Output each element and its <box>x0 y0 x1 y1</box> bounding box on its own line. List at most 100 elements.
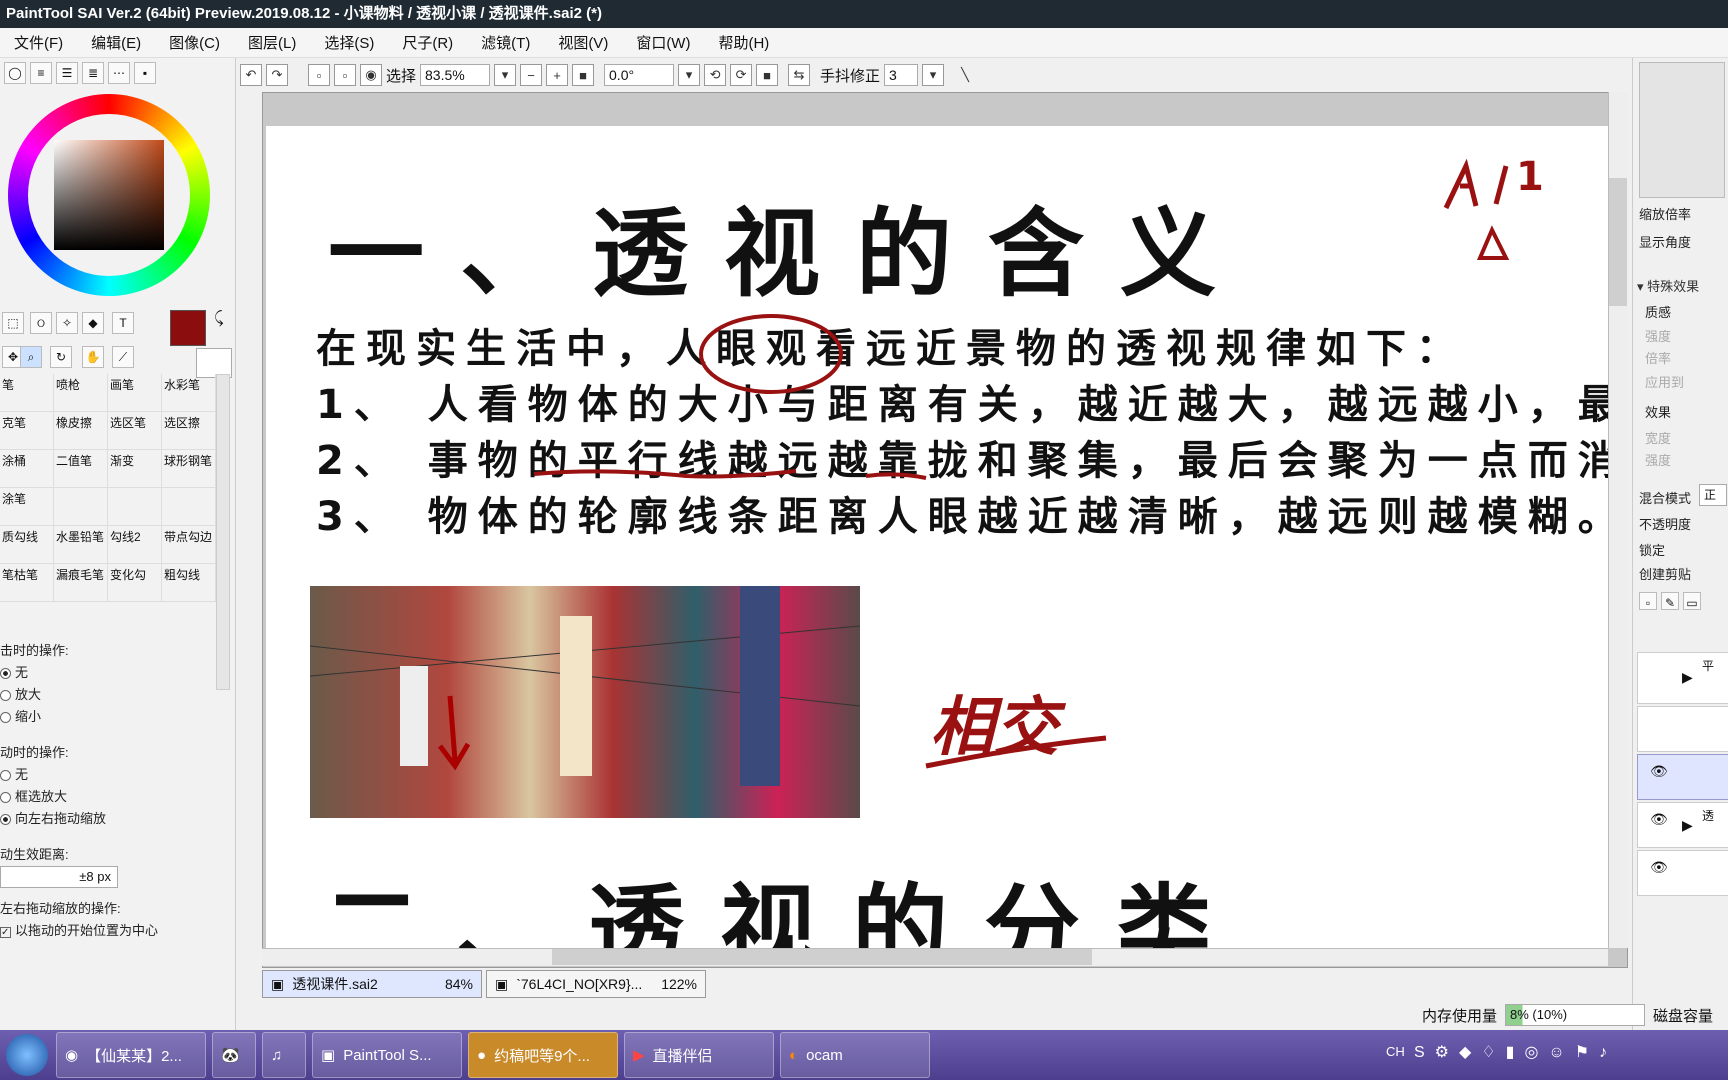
drag-option-lr[interactable]: 向左右拖动缩放 <box>0 808 106 827</box>
click-option-zoom-in[interactable]: 放大 <box>0 684 41 703</box>
invert-icon[interactable]: ▫ <box>334 64 356 86</box>
brush-item[interactable] <box>54 488 108 526</box>
folder-icon[interactable]: ▭ <box>1683 592 1701 611</box>
grid-view-icon[interactable]: ⋯ <box>108 62 130 84</box>
brush-item[interactable]: 选区笔 <box>108 412 162 450</box>
layer-item[interactable]: 👁 ▶ 透 <box>1637 802 1728 848</box>
navigator-preview[interactable] <box>1639 62 1725 198</box>
brush-scrollbar[interactable] <box>216 374 230 690</box>
zoom-field[interactable]: 83.5% <box>420 64 491 86</box>
brush-item[interactable] <box>108 488 162 526</box>
radio-icon[interactable] <box>0 770 11 782</box>
rotate-right-icon[interactable]: ⟳ <box>730 64 753 86</box>
canvas-page[interactable]: 一、透视的含义 在现实生活中，人眼观看远近景物的透视规律如下： 1、 人看物体的… <box>266 126 1608 948</box>
radio-icon[interactable] <box>0 814 11 826</box>
menu-layer[interactable]: 图层(L) <box>234 32 310 53</box>
color-wheel[interactable] <box>8 94 210 296</box>
menu-select[interactable]: 选择(S) <box>310 32 388 53</box>
brush-item[interactable]: 勾线2 <box>108 526 162 564</box>
brush-item[interactable]: 变化勾 <box>108 564 162 602</box>
zoom-dropdown-icon[interactable]: ▾ <box>494 64 517 86</box>
task-painttool[interactable]: ▣ PaintTool S... <box>312 1032 462 1078</box>
new-layer-icon[interactable]: ▫ <box>1639 592 1657 611</box>
menu-filter[interactable]: 滤镜(T) <box>467 32 544 53</box>
redo-icon[interactable]: ↷ <box>266 64 288 86</box>
brush-item[interactable]: 漏痕毛笔 <box>54 564 108 602</box>
brush-item[interactable]: 水彩笔 <box>162 374 216 412</box>
menu-edit[interactable]: 编辑(E) <box>77 32 155 53</box>
distance-field[interactable]: ±8 px <box>0 866 118 888</box>
circle-view-icon[interactable]: ◯ <box>4 62 26 84</box>
brush-item[interactable]: 粗勾线 <box>162 564 216 602</box>
task-ocam[interactable]: ◐ ocam <box>780 1032 930 1078</box>
rotate-left-icon[interactable]: ⟲ <box>704 64 727 86</box>
radio-icon[interactable] <box>0 712 11 724</box>
brush-item[interactable]: 涂笔 <box>0 488 54 526</box>
list-view-icon[interactable]: ≡ <box>30 62 52 84</box>
vertical-scrollbar[interactable] <box>1608 92 1628 948</box>
zoom-in-icon[interactable]: + <box>546 64 569 86</box>
brush-item[interactable] <box>162 488 216 526</box>
start-button[interactable] <box>6 1034 48 1076</box>
system-tray[interactable]: S⚙◆♢▮◎☺⚑♪ <box>1414 1042 1617 1062</box>
brush-item[interactable]: 笔枯笔 <box>0 564 54 602</box>
angle-dropdown-icon[interactable]: ▾ <box>678 64 701 86</box>
menu-window[interactable]: 窗口(W) <box>622 32 704 53</box>
line-icon[interactable]: ╲ <box>954 64 976 86</box>
brush-item[interactable]: 橡皮擦 <box>54 412 108 450</box>
brush-item[interactable]: 涂桶 <box>0 450 54 488</box>
eye-icon[interactable]: 👁 <box>1650 763 1668 780</box>
tab-document-2[interactable]: ▣ `76L4CI_NO[XR9}... 122% <box>486 970 706 998</box>
magic-wand-icon[interactable]: ✧ <box>56 312 78 334</box>
lasso-icon[interactable]: ଠ <box>30 312 52 334</box>
brush-item[interactable]: 克笔 <box>0 412 54 450</box>
tab-document-1[interactable]: ▣ 透视课件.sai2 84% <box>262 970 482 998</box>
eye-icon[interactable]: 👁 <box>1650 859 1668 876</box>
menu-view[interactable]: 视图(V) <box>544 32 622 53</box>
radio-icon[interactable] <box>0 668 11 680</box>
deselect-icon[interactable]: ▫ <box>308 64 330 86</box>
zoom-out-icon[interactable]: − <box>520 64 543 86</box>
effects-header[interactable]: ▾ 特殊效果 <box>1637 276 1699 295</box>
clip-label[interactable]: 创建剪贴 <box>1639 564 1691 583</box>
zoom-reset-icon[interactable]: ■ <box>572 64 595 86</box>
task-panda[interactable]: 🐼 <box>212 1032 256 1078</box>
brush-item[interactable]: 喷枪 <box>54 374 108 412</box>
drag-option-box[interactable]: 框选放大 <box>0 786 67 805</box>
rect-select-icon[interactable]: ⬚ <box>2 312 24 334</box>
list-view-icon-2[interactable]: ☰ <box>56 62 78 84</box>
brush-item[interactable]: 画笔 <box>108 374 162 412</box>
task-live[interactable]: ▶ 直播伴侣 <box>624 1032 774 1078</box>
list-view-icon-3[interactable]: ≣ <box>82 62 104 84</box>
task-browser[interactable]: ◉ 【仙某某】2... <box>56 1032 206 1078</box>
stabilizer-field[interactable]: 3 <box>884 64 919 86</box>
brush-item[interactable]: 水墨铅笔 <box>54 526 108 564</box>
horizontal-scrollbar[interactable] <box>262 948 1608 966</box>
brush-item[interactable]: 带点勾边 <box>162 526 216 564</box>
layer-item[interactable]: 👁 <box>1637 850 1728 896</box>
radio-icon[interactable] <box>0 792 11 804</box>
task-music[interactable]: ♫ <box>262 1032 306 1078</box>
lr-zoom-check[interactable]: ✓ 以拖动的开始位置为中心 <box>0 920 158 939</box>
zoom-icon[interactable]: ⌕ <box>20 346 42 368</box>
rotate-reset-icon[interactable]: ■ <box>756 64 779 86</box>
eye-icon[interactable]: 👁 <box>1650 811 1668 828</box>
brush-item[interactable]: 笔 <box>0 374 54 412</box>
shape-icon[interactable]: ◆ <box>82 312 104 334</box>
ime-indicator[interactable]: CH <box>1386 1044 1405 1059</box>
flip-icon[interactable]: ⇆ <box>788 64 811 86</box>
menu-help[interactable]: 帮助(H) <box>704 32 783 53</box>
edit-layer-icon[interactable]: ✎ <box>1661 592 1679 611</box>
angle-field[interactable]: 0.0° <box>604 64 675 86</box>
brush-item[interactable]: 球形钢笔 <box>162 450 216 488</box>
menu-image[interactable]: 图像(C) <box>155 32 234 53</box>
stabilizer-dropdown-icon[interactable]: ▾ <box>922 64 945 86</box>
brush-item[interactable]: 二值笔 <box>54 450 108 488</box>
brush-item[interactable]: 选区擦 <box>162 412 216 450</box>
menu-ruler[interactable]: 尺子(R) <box>388 32 467 53</box>
undo-icon[interactable]: ↶ <box>240 64 262 86</box>
color-square[interactable] <box>54 140 164 250</box>
drag-option-none[interactable]: 无 <box>0 764 28 783</box>
eyedropper-icon[interactable]: ⟋ <box>112 346 134 368</box>
text-icon[interactable]: T <box>112 312 134 334</box>
